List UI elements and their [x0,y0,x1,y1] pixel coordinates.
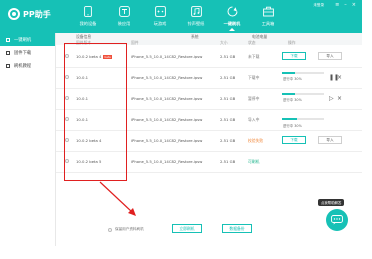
keep-data-radio[interactable] [108,227,112,232]
help-tooltip: 点我帮助解答 [318,199,345,206]
keep-data-option[interactable]: 保留用户资料刷机 [108,227,144,232]
data-backup-button[interactable]: 数据备份 [222,224,252,233]
chat-icon [331,215,343,225]
help-button[interactable] [326,209,348,231]
bottom-bar: 保留用户资料刷机 立即刷机 数据备份 [56,216,362,246]
app-window: PP助手 我的设备 装应用 玩游戏 铃声壁纸 一键刷机 工具箱 未登录 ≡ – … [0,0,362,246]
flash-now-button[interactable]: 立即刷机 [172,224,202,233]
keep-data-label: 保留用户资料刷机 [115,227,144,231]
